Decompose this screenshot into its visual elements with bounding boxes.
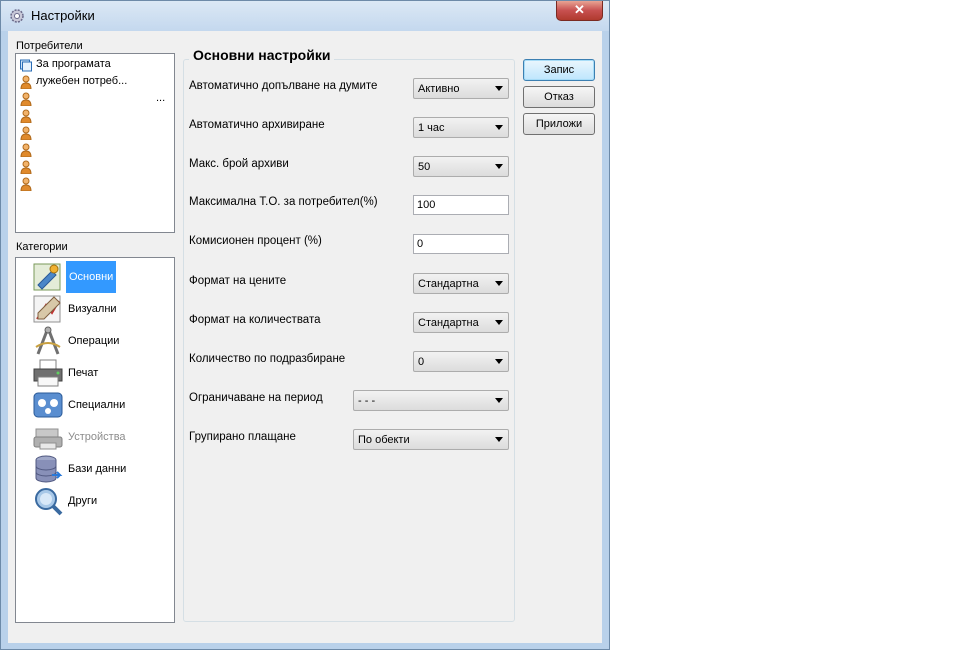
autocomplete-select[interactable]: Активно <box>413 78 509 99</box>
apply-button[interactable]: Приложи <box>523 113 595 135</box>
period-limit-label: Ограничаване на период <box>189 392 323 404</box>
user-item[interactable] <box>20 159 170 175</box>
users-label: Потребители <box>16 40 83 52</box>
default-quantity-select[interactable]: 0 <box>413 351 509 372</box>
category-item-label: Визуални <box>68 303 117 315</box>
chevron-down-icon <box>495 359 503 364</box>
select-value: Стандартна <box>418 278 479 290</box>
printer-icon <box>33 359 63 387</box>
categories-label: Категории <box>16 241 68 253</box>
close-button[interactable]: ✕ <box>556 1 603 21</box>
chevron-down-icon <box>495 281 503 286</box>
category-item-label: Бази данни <box>68 463 127 475</box>
gear-icon <box>10 9 24 23</box>
devices-icon <box>33 428 63 450</box>
user-icon <box>20 160 32 174</box>
special-icon <box>33 392 63 418</box>
category-item-label: Печат <box>68 367 99 379</box>
chevron-down-icon <box>495 125 503 130</box>
price-format-select[interactable]: Стандартна <box>413 273 509 294</box>
chevron-down-icon <box>495 320 503 325</box>
program-info-icon <box>20 59 32 72</box>
category-item-basic[interactable]: Основни <box>32 261 182 293</box>
chevron-down-icon <box>495 86 503 91</box>
category-item-visual[interactable]: Визуални <box>32 293 182 325</box>
users-list[interactable]: За програмата лужебен потреб... ... <box>15 53 175 233</box>
chevron-down-icon <box>495 437 503 442</box>
select-value: По обекти <box>358 434 410 446</box>
select-value: Стандартна <box>418 317 479 329</box>
quantity-format-label: Формат на количествата <box>189 314 321 326</box>
category-item-other[interactable]: Други <box>32 485 182 517</box>
input-value: 100 <box>417 199 436 211</box>
chevron-down-icon <box>495 164 503 169</box>
settings-title: Основни настройки <box>189 47 335 63</box>
database-icon <box>35 455 63 483</box>
save-button[interactable]: Запис <box>523 59 595 81</box>
title-bar[interactable]: Настройки ✕ <box>1 1 609 31</box>
basic-settings-icon <box>33 263 61 291</box>
category-item-print[interactable]: Печат <box>32 357 182 389</box>
user-item-label: ... <box>156 92 166 104</box>
user-item-label: За програмата <box>36 58 111 70</box>
user-item[interactable] <box>20 108 170 124</box>
grouped-payment-label: Групирано плащане <box>189 431 296 443</box>
category-item-special[interactable]: Специални <box>32 389 182 421</box>
period-limit-select[interactable]: - - - <box>353 390 509 411</box>
user-item-program[interactable]: За програмата <box>20 57 170 73</box>
user-item[interactable] <box>20 142 170 158</box>
window-title: Настройки <box>31 8 95 23</box>
settings-group <box>183 59 515 622</box>
category-item-label: Основни <box>66 261 117 293</box>
input-value: 0 <box>417 238 424 250</box>
max-user-discount-input[interactable]: 100 <box>413 195 509 215</box>
chevron-down-icon <box>495 398 503 403</box>
category-item-databases[interactable]: Бази данни <box>32 453 182 485</box>
user-icon <box>20 109 32 123</box>
operations-icon <box>35 326 61 355</box>
max-archives-label: Макс. брой архиви <box>189 158 289 170</box>
user-icon <box>20 126 32 140</box>
category-item-label: Устройства <box>68 431 126 443</box>
max-user-discount-label: Максимална Т.О. за потребител(%) <box>189 196 378 208</box>
cancel-button[interactable]: Отказ <box>523 86 595 108</box>
select-value: 0 <box>418 356 425 368</box>
select-value: 1 час <box>418 122 445 134</box>
user-item-label: лужебен потреб... <box>36 75 128 87</box>
user-icon <box>20 177 32 191</box>
visual-icon <box>33 295 61 323</box>
commission-label: Комисионен процент (%) <box>189 235 322 247</box>
select-value: 50 <box>418 161 431 173</box>
category-item-operations[interactable]: Операции <box>32 325 182 357</box>
user-icon <box>20 143 32 157</box>
auto-archive-label: Автоматично архивиране <box>189 119 325 131</box>
category-item-label: Други <box>68 495 98 507</box>
user-item[interactable] <box>20 176 170 192</box>
select-value: Активно <box>418 83 460 95</box>
price-format-label: Формат на цените <box>189 275 287 287</box>
user-item[interactable]: лужебен потреб... <box>20 74 170 90</box>
grouped-payment-select[interactable]: По обекти <box>353 429 509 450</box>
select-value: - - - <box>358 395 376 407</box>
categories-list[interactable]: Основни Визуални Операции Печат Специалн… <box>15 257 175 623</box>
category-item-label: Операции <box>68 335 120 347</box>
max-archives-select[interactable]: 50 <box>413 156 509 177</box>
autocomplete-label: Автоматично допълване на думите <box>189 80 378 92</box>
default-quantity-label: Количество по подразбиране <box>189 353 346 365</box>
user-icon <box>20 92 32 106</box>
dialog-body: Потребители За програмата лужебен потреб… <box>8 31 602 643</box>
auto-archive-select[interactable]: 1 час <box>413 117 509 138</box>
category-item-devices[interactable]: Устройства <box>32 421 182 453</box>
user-item[interactable]: ... <box>20 91 170 107</box>
settings-window: Настройки ✕ Потребители За програмата лу… <box>0 0 610 650</box>
category-item-label: Специални <box>68 399 126 411</box>
other-icon <box>35 488 63 516</box>
user-item[interactable] <box>20 125 170 141</box>
commission-input[interactable]: 0 <box>413 234 509 254</box>
quantity-format-select[interactable]: Стандартна <box>413 312 509 333</box>
user-icon <box>20 75 32 89</box>
